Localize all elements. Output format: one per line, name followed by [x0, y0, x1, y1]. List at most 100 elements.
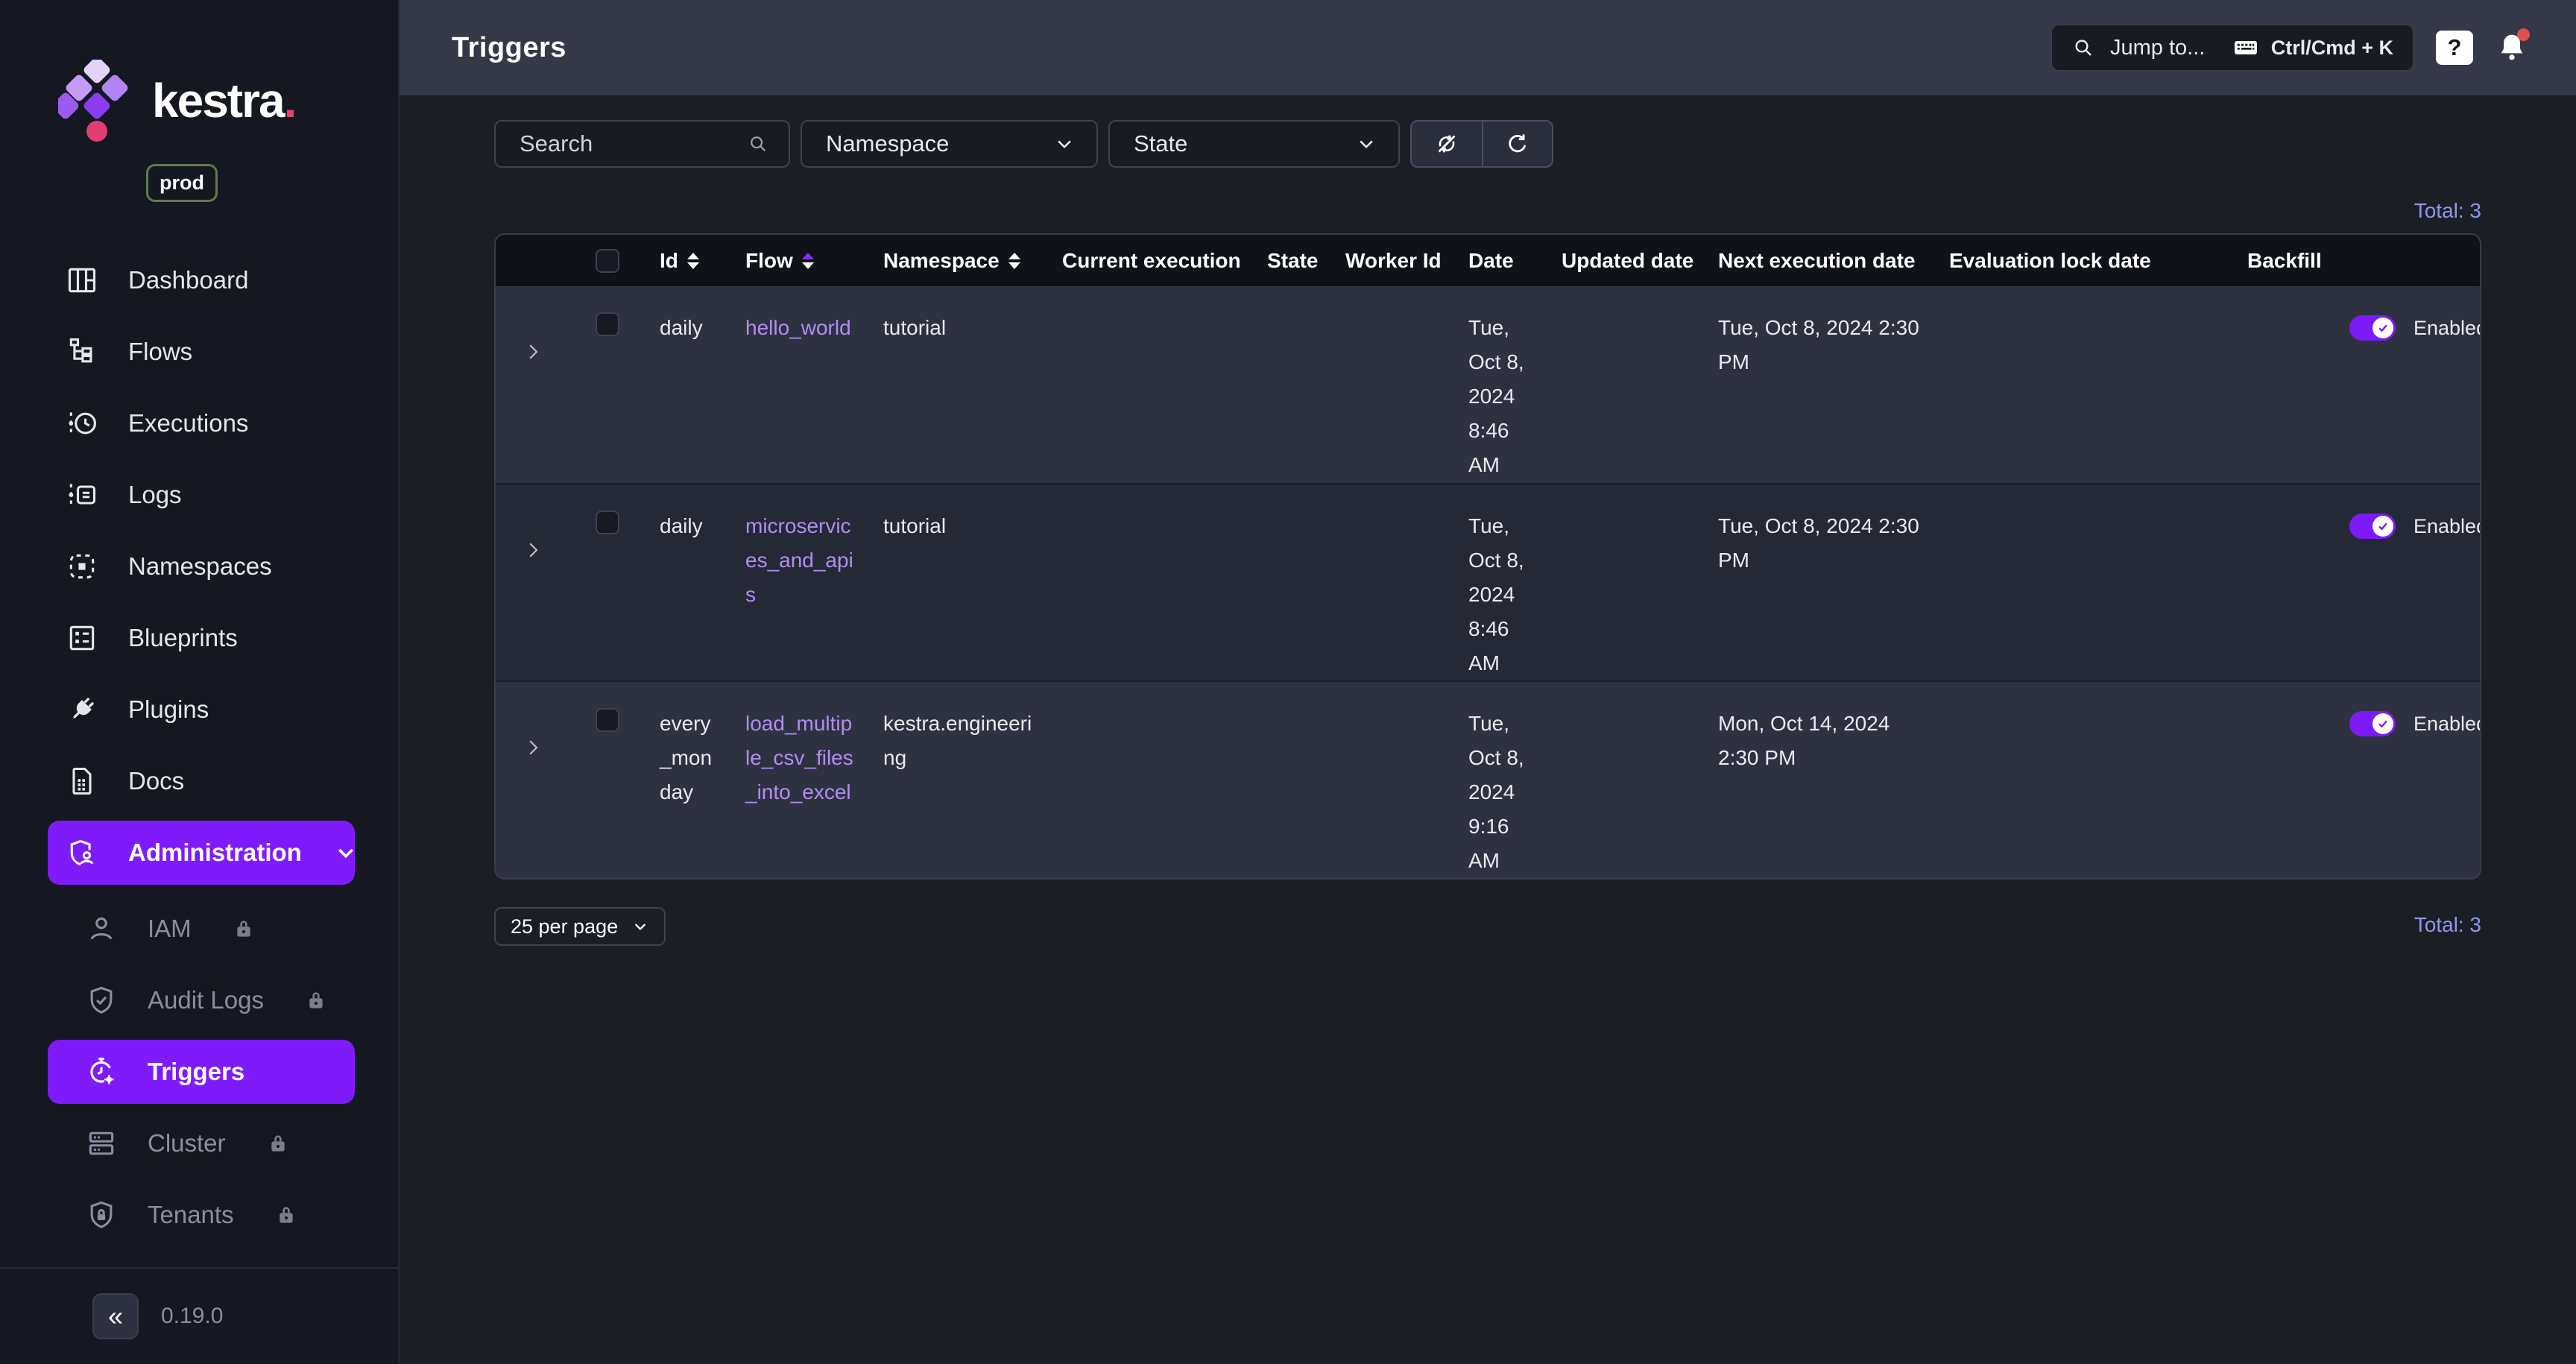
plugins-icon [66, 693, 98, 726]
main-area: Triggers Jump to... Ctrl/Cmd + K ? [400, 0, 2576, 1364]
header-select-all [570, 249, 645, 273]
row-checkbox[interactable] [596, 511, 619, 534]
executions-icon [66, 407, 98, 440]
cell-namespace: tutorial [868, 484, 1047, 681]
brand-name: kestra. [152, 73, 295, 128]
header-date: Date [1453, 249, 1547, 273]
table-footer: 25 per page Total: 3 [494, 907, 2481, 946]
administration-submenu: IAM Audit Logs [48, 897, 355, 1247]
cell-evaluation-lock-date [1934, 286, 2232, 483]
sidebar-collapse-button[interactable]: « [92, 1293, 139, 1339]
cell-flow-link[interactable]: hello_world [730, 286, 868, 483]
header-backfill: Backfill [2232, 249, 2340, 273]
row-checkbox[interactable] [596, 708, 619, 732]
header-evaluation-lock-date: Evaluation lock date [1934, 249, 2232, 273]
triggers-content: Namespace State [400, 95, 2576, 1364]
sidebar-item-label: Flows [128, 338, 192, 366]
row-expand-button[interactable] [496, 286, 570, 483]
dashboard-icon [66, 264, 98, 297]
chevron-down-icon [332, 839, 360, 867]
sidebar-item-audit-logs[interactable]: Audit Logs [48, 968, 355, 1032]
search-field [494, 120, 790, 168]
cell-enabled: Enabled [2340, 682, 2480, 878]
sidebar-item-label: Administration [128, 839, 302, 867]
refresh-icon [1504, 130, 1531, 157]
cell-date: Tue, Oct 8, 2024 8:46 AM [1453, 286, 1547, 483]
enabled-toggle[interactable] [2349, 514, 2396, 539]
sidebar-item-tenants[interactable]: Tenants [48, 1183, 355, 1247]
total-count-top: Total: 3 [494, 199, 2481, 223]
search-input[interactable] [520, 130, 747, 157]
namespace-select[interactable]: Namespace [801, 120, 1098, 168]
sidebar-item-label: Executions [128, 409, 248, 438]
sidebar-item-label: Blueprints [128, 624, 238, 652]
cell-flow-link[interactable]: microservices_and_apis [730, 484, 868, 681]
sidebar-item-label: Logs [128, 481, 182, 509]
chevron-down-icon [630, 916, 651, 937]
sidebar-item-label: IAM [148, 915, 192, 943]
filters-bar: Namespace State [494, 120, 2481, 168]
row-checkbox[interactable] [596, 312, 619, 336]
topbar: Triggers Jump to... Ctrl/Cmd + K ? [400, 0, 2576, 95]
header-updated-date: Updated date [1547, 249, 1703, 273]
header-id[interactable]: Id [645, 249, 730, 273]
sidebar-item-triggers[interactable]: Triggers [48, 1040, 355, 1104]
search-icon [2071, 36, 2095, 60]
sidebar-item-plugins[interactable]: Plugins [48, 678, 355, 742]
sidebar-item-iam[interactable]: IAM [48, 897, 355, 961]
cell-state [1252, 286, 1330, 483]
search-icon [747, 133, 769, 155]
sidebar-item-namespaces[interactable]: Namespaces [48, 534, 355, 599]
cell-next-execution-date: Mon, Oct 14, 2024 2:30 PM [1703, 682, 1934, 878]
select-all-checkbox[interactable] [596, 249, 619, 273]
lock-icon [304, 988, 328, 1012]
help-button[interactable]: ? [2436, 31, 2473, 65]
enabled-toggle[interactable] [2349, 315, 2396, 341]
enabled-label: Enabled [2414, 509, 2481, 543]
refresh-button[interactable] [1482, 121, 1552, 166]
cell-next-execution-date: Tue, Oct 8, 2024 2:30 PM [1703, 484, 1934, 681]
sidebar-item-label: Audit Logs [148, 986, 264, 1014]
shield-check-icon [85, 984, 118, 1017]
sidebar-item-flows[interactable]: Flows [48, 320, 355, 384]
sidebar-item-administration[interactable]: Administration [48, 821, 355, 885]
header-state: State [1252, 249, 1330, 273]
cell-flow-link[interactable]: load_multiple_csv_files_into_excel [730, 682, 868, 878]
cell-evaluation-lock-date [1934, 682, 2232, 878]
cell-current-execution [1047, 484, 1252, 681]
cell-state [1252, 484, 1330, 681]
cell-updated-date [1547, 286, 1703, 483]
sidebar-item-cluster[interactable]: Cluster [48, 1111, 355, 1175]
cell-state [1252, 682, 1330, 878]
lock-icon [266, 1131, 290, 1155]
cell-worker-id [1330, 286, 1453, 483]
cell-namespace: kestra.engineering [868, 682, 1047, 878]
sidebar-item-blueprints[interactable]: Blueprints [48, 606, 355, 670]
sort-icon [687, 253, 699, 269]
table-row: daily microservices_and_apis tutorial Tu… [496, 483, 2480, 681]
cell-namespace: tutorial [868, 286, 1047, 483]
shortcut-label: Ctrl/Cmd + K [2271, 37, 2393, 60]
chevron-down-icon [1052, 131, 1077, 157]
sidebar-item-logs[interactable]: Logs [48, 463, 355, 527]
sort-icon [1008, 253, 1020, 269]
row-select-cell [570, 286, 645, 483]
row-expand-button[interactable] [496, 682, 570, 878]
sidebar-item-label: Namespaces [128, 552, 272, 581]
page-size-select[interactable]: 25 per page [494, 907, 666, 946]
state-select[interactable]: State [1108, 120, 1400, 168]
toggle-check-icon [2373, 318, 2393, 338]
header-namespace[interactable]: Namespace [868, 249, 1047, 273]
flows-icon [66, 335, 98, 368]
sidebar-item-docs[interactable]: Docs [48, 749, 355, 813]
page-size-label: 25 per page [511, 915, 618, 938]
sidebar-item-dashboard[interactable]: Dashboard [48, 248, 355, 312]
row-expand-button[interactable] [496, 484, 570, 681]
sidebar-item-executions[interactable]: Executions [48, 391, 355, 455]
header-flow[interactable]: Flow [730, 249, 868, 273]
jump-to-search[interactable]: Jump to... Ctrl/Cmd + K [2051, 25, 2414, 71]
account-icon [85, 912, 118, 945]
notifications-button[interactable] [2496, 30, 2528, 66]
enabled-toggle[interactable] [2349, 711, 2396, 736]
auto-refresh-off-button[interactable] [1412, 121, 1482, 166]
